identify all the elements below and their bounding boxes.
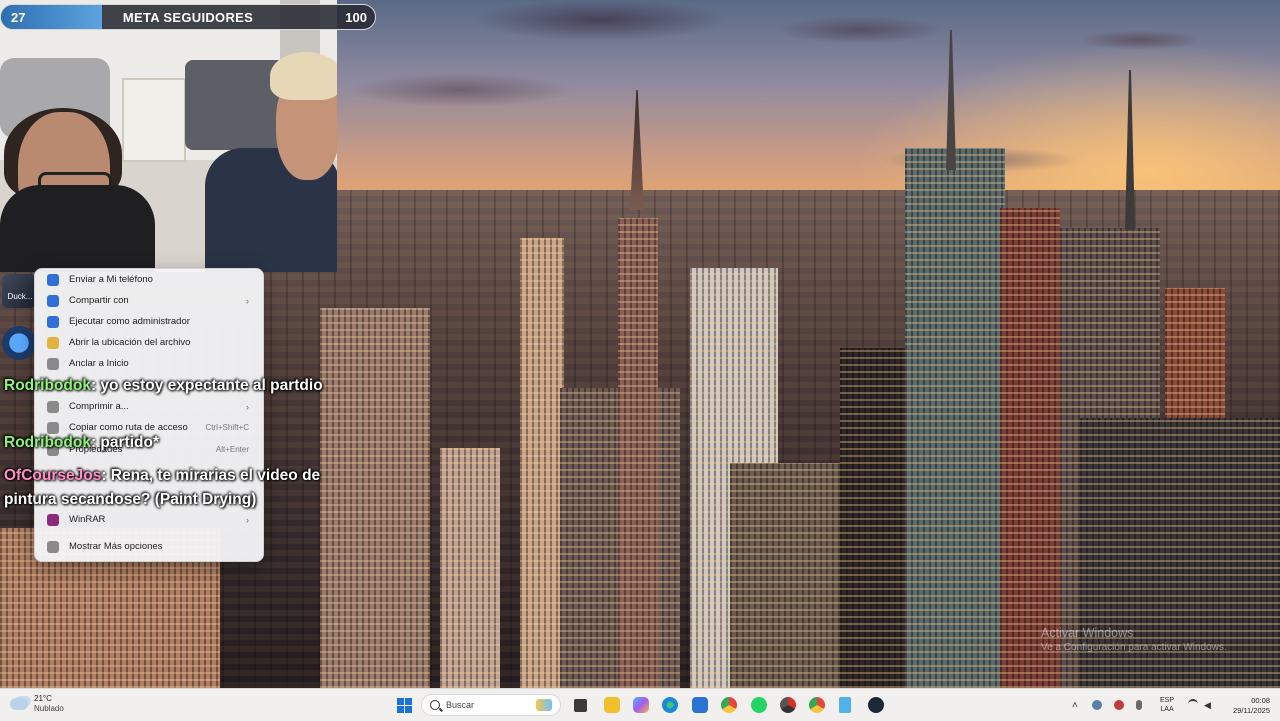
winrar-icon	[47, 513, 59, 526]
menu-item-label: Abrir la ubicación del archivo	[69, 337, 191, 348]
search-placeholder: Buscar	[446, 700, 475, 710]
mic-icon[interactable]	[1135, 700, 1142, 710]
chevron-right-icon: ›	[246, 514, 249, 525]
task-view-icon[interactable]	[574, 699, 587, 712]
menu-item-label: Compartir con	[69, 295, 129, 306]
menu-item-label: Enviar a Mi teléfono	[69, 274, 153, 285]
menu-item-more-options[interactable]: Mostrar Más opciones	[39, 536, 259, 557]
keyboard-layout: LAA	[1160, 706, 1174, 713]
more-options-icon	[47, 540, 59, 553]
weather-description: Nublado	[34, 704, 64, 713]
chat-username: Rodribodok	[4, 434, 91, 451]
chrome-profile-icon[interactable]	[780, 697, 796, 713]
clock-date: 29/11/2025	[1233, 706, 1270, 715]
watermark-subtitle: Ve a Configuración para activar Windows.	[1041, 642, 1227, 653]
taskbar-search-box[interactable]: Buscar	[421, 694, 561, 716]
search-highlight-icon	[536, 699, 552, 711]
share-icon	[47, 294, 59, 307]
menu-item-compress[interactable]: Comprimir a... ›	[39, 396, 259, 417]
building	[320, 308, 430, 688]
file-context-menu: Enviar a Mi teléfono Compartir con › Eje…	[34, 268, 264, 562]
streamer-1-body	[0, 185, 155, 272]
windows-start-icon[interactable]	[397, 698, 412, 713]
folder-icon	[47, 336, 59, 349]
empire-state-building	[618, 218, 658, 688]
menu-item-open-file-location[interactable]: Abrir la ubicación del archivo	[39, 332, 259, 353]
webcam-shelf	[122, 78, 186, 162]
menu-item-send-to-phone[interactable]: Enviar a Mi teléfono	[39, 269, 259, 290]
building	[440, 448, 500, 688]
language-code: ESP	[1160, 697, 1175, 704]
pin-icon	[47, 357, 59, 370]
whatsapp-icon[interactable]	[751, 697, 767, 713]
menu-item-winrar[interactable]: WinRAR ›	[39, 509, 259, 530]
notepad-icon[interactable]	[839, 697, 851, 713]
goal-title: META SEGUIDORES	[122, 10, 254, 25]
goal-target-count: 100	[345, 10, 367, 25]
activate-windows-watermark: Activar Windows Ve a Configuración para …	[1041, 626, 1227, 653]
chat-text: : partido*	[90, 434, 159, 451]
edge-icon[interactable]	[662, 697, 678, 713]
copilot-icon[interactable]	[633, 697, 649, 713]
building	[520, 238, 564, 688]
wifi-icon[interactable]	[1188, 699, 1198, 709]
menu-item-run-as-admin[interactable]: Ejecutar como administrador	[39, 311, 259, 332]
weather-temperature: 21°C	[34, 694, 52, 703]
follower-goal-bar: 27 META SEGUIDORES 100	[0, 4, 376, 30]
chrome-alt-icon[interactable]	[809, 697, 825, 713]
security-icon[interactable]	[1113, 700, 1124, 710]
building	[1000, 208, 1060, 688]
chevron-up-icon[interactable]: ˄	[1072, 700, 1078, 711]
system-tray: ˄	[1072, 689, 1142, 721]
sync-icon[interactable]	[1091, 700, 1102, 710]
desktop-icon-label: Duck...	[7, 292, 33, 301]
steam-icon[interactable]	[868, 697, 884, 713]
phone-icon	[47, 273, 59, 286]
watermark-title: Activar Windows	[1041, 626, 1134, 640]
clock-time: 00:08	[1251, 696, 1270, 705]
rocket-league-icon[interactable]	[2, 326, 36, 360]
language-indicator[interactable]: ESP LAA	[1160, 696, 1174, 714]
taskbar: 21°C Nublado Buscar ˄ ESP LAA ◀ 00:08 29…	[0, 688, 1280, 721]
menu-item-label: Anclar a Inicio	[69, 358, 129, 369]
shield-icon	[47, 315, 59, 328]
chevron-right-icon: ›	[246, 401, 249, 412]
building	[730, 463, 855, 688]
menu-item-label: Mostrar Más opciones	[69, 541, 163, 552]
desktop-app-icon[interactable]	[2, 274, 36, 308]
sky-clouds	[340, 0, 1280, 210]
chat-message: Rodribodok: yo estoy expectante al partd…	[4, 374, 334, 398]
cloud-icon	[10, 698, 28, 710]
chat-username: OfCourseJos	[4, 467, 102, 484]
archive-icon	[47, 400, 59, 413]
chat-text: : yo estoy expectante al partdio	[90, 377, 323, 394]
file-explorer-icon[interactable]	[604, 697, 620, 713]
building	[905, 148, 1005, 688]
menu-item-label: Comprimir a...	[69, 401, 129, 412]
weather-widget[interactable]: 21°C Nublado	[10, 694, 64, 714]
taskbar-clock[interactable]: 00:08 29/11/2025	[1226, 696, 1270, 716]
menu-item-share-with[interactable]: Compartir con ›	[39, 290, 259, 311]
chat-message: OfCourseJos: Rena, te mirarias el video …	[4, 464, 334, 512]
menu-item-label: WinRAR	[69, 514, 106, 525]
chrome-icon[interactable]	[721, 697, 737, 713]
search-icon	[430, 700, 440, 710]
store-icon[interactable]	[692, 697, 708, 713]
webcam-feed	[0, 0, 337, 272]
chat-username: Rodribodok	[4, 377, 91, 394]
streamer-2-hair	[270, 52, 337, 100]
menu-item-label: Ejecutar como administrador	[69, 316, 190, 327]
chevron-right-icon: ›	[246, 295, 249, 306]
menu-item-pin-to-start[interactable]: Anclar a Inicio	[39, 353, 259, 374]
chat-message: Rodribodok: partido*	[4, 431, 334, 455]
volume-icon[interactable]: ◀	[1204, 700, 1211, 711]
